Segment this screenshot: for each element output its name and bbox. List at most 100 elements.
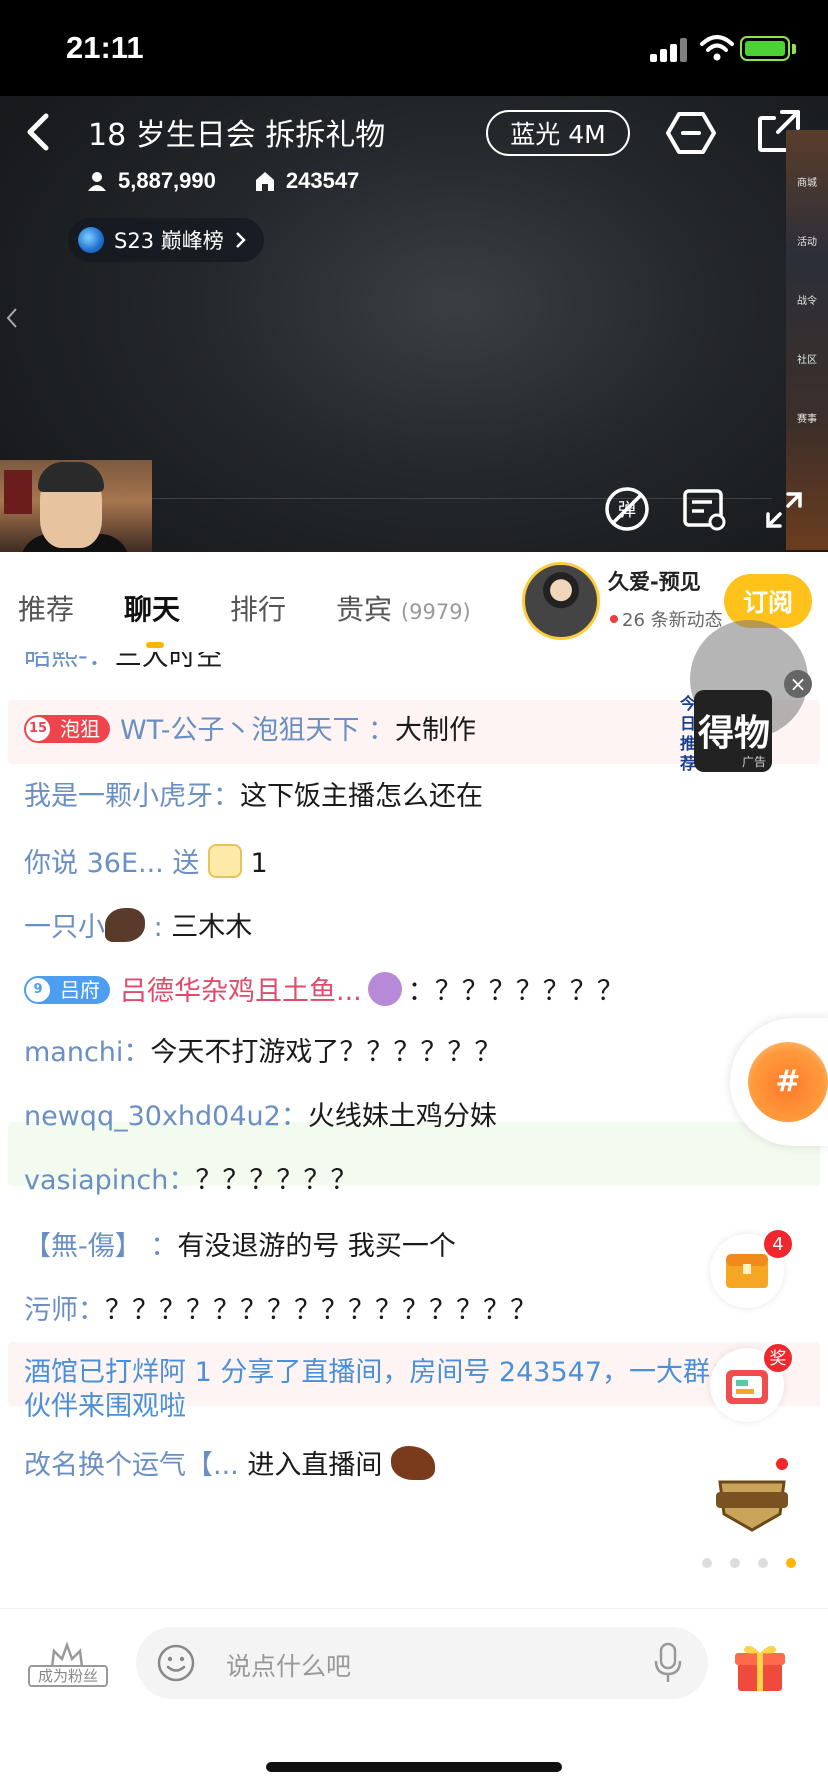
chat-text: 三大时空 (114, 652, 223, 672)
progress-line (152, 498, 772, 499)
page-dots (702, 1558, 796, 1568)
tab-vip-label: 贵宾 (336, 593, 393, 626)
trophy-shield-icon (716, 1480, 788, 1532)
boar-emoji-icon (105, 908, 145, 942)
tab-recommend[interactable]: 推荐 (18, 588, 74, 628)
side-rail-item[interactable]: 赛事 (786, 410, 828, 425)
chat-text: 这下饭主播怎么还在 (240, 781, 483, 812)
chat-text: 大制作 (395, 715, 477, 746)
chat-message: 你说 36E... 送 1 (24, 844, 268, 881)
chat-text: 今天不打游戏了？？？？？？ (150, 1037, 502, 1068)
streamer-camera (0, 460, 152, 552)
chevron-left-icon[interactable] (4, 306, 20, 330)
chat-message: 昭熙-：三大时空 (24, 652, 223, 674)
back-button[interactable] (16, 108, 64, 156)
chat-message: 污师：？？？？？？？？？？？？？？？？ (24, 1294, 537, 1328)
chat-text: 进入直播间 (247, 1450, 383, 1481)
live-video-player[interactable]: 21:11 18 岁生日会 拆拆礼物 蓝光 4M 5,887,990 24354… (0, 0, 828, 552)
rank-label: S23 巅峰榜 (114, 229, 224, 253)
viewer-count: 5,887,990 (118, 168, 216, 193)
chat-username[interactable]: 改名换个运气【... (24, 1450, 239, 1481)
chat-username[interactable]: 污师： (24, 1295, 105, 1326)
chat-message: 15 泡狙 WT-公子丶泡狙天下 ：大制作 (24, 714, 476, 748)
tab-vip[interactable]: 贵宾 (9979) (336, 588, 471, 628)
fullscreen-icon[interactable] (764, 490, 804, 530)
quality-button[interactable]: 蓝光 4M (486, 110, 630, 156)
fan-badge: 9 吕府 (24, 976, 110, 1004)
fan-badge-level: 15 (26, 717, 50, 741)
chat-list[interactable]: 昭熙-：三大时空 15 泡狙 WT-公子丶泡狙天下 ：大制作 我是一颗小虎牙：这下饭… (0, 652, 828, 1608)
room-title: 18 岁生日会 拆拆礼物 (88, 118, 386, 153)
peak-rank-button[interactable] (710, 1462, 788, 1536)
chat-username[interactable]: 我是一颗小虎牙： (24, 781, 240, 812)
tab-ranking[interactable]: 排行 (230, 588, 286, 628)
chat-text: 三木木 (171, 912, 253, 943)
wifi-icon (700, 35, 734, 61)
ad-tag: 广告 (741, 755, 766, 769)
battery-icon (740, 36, 790, 61)
danmu-settings-icon[interactable] (682, 486, 728, 532)
chat-input[interactable]: 说点什么吧 (136, 1627, 708, 1699)
side-rail-item[interactable]: 商城 (786, 174, 828, 189)
chat-message: 【無-傷】 ：有没退游的号 我买一个 (24, 1230, 456, 1264)
chat-username[interactable]: manchi： (24, 1037, 150, 1068)
horse-icon (390, 1446, 435, 1480)
battery-tip (792, 44, 796, 54)
house-icon (255, 172, 274, 191)
chat-username[interactable]: 你说 36E... (24, 848, 164, 879)
gift-icon (207, 844, 242, 878)
side-rail-item[interactable]: 活动 (786, 233, 828, 248)
chat-message: 我是一颗小虎牙：这下饭主播怎么还在 (24, 780, 483, 814)
chat-message: manchi：今天不打游戏了？？？？？？ (24, 1036, 501, 1070)
chat-text: ？？？？？？？？？？？？？？？？ (105, 1295, 537, 1326)
chat-text: 火线妹土鸡分妹 (307, 1101, 497, 1132)
side-rail-item[interactable]: 战令 (786, 292, 828, 307)
tab-indicator (146, 642, 164, 648)
input-bar: 成为粉丝 说点什么吧 (0, 1608, 828, 1718)
ad-box[interactable]: 得物 广告 (694, 690, 772, 772)
become-fan-label: 成为粉丝 (28, 1665, 108, 1687)
chat-username[interactable]: vasiapinch： (24, 1165, 195, 1196)
chat-message: newqq_30xhd04u2：火线妹土鸡分妹 (24, 1100, 497, 1134)
chat-username[interactable]: WT-公子丶泡狙天下 ： (120, 715, 395, 746)
chat-username[interactable]: 一只小 (24, 912, 105, 943)
fan-badge-label: 吕府 (60, 978, 100, 1002)
chat-username[interactable]: 【無-傷】 ： (24, 1231, 177, 1262)
ad-brand: 得物 (698, 713, 771, 754)
streamer-avatar[interactable] (522, 562, 600, 640)
fan-badge-label: 泡狙 (60, 717, 100, 741)
gift-icon[interactable] (732, 1639, 788, 1695)
close-ad-button[interactable]: × (784, 670, 812, 698)
chat-text: ？？？？？？ (195, 1165, 358, 1196)
notification-dot (776, 1458, 788, 1470)
rank-pill[interactable]: S23 巅峰榜 (68, 218, 264, 262)
chat-message: 9 吕府 吕德华杂鸡且土鱼... ：？？？？？？？ (24, 972, 624, 1009)
status-time: 21:11 (66, 30, 144, 65)
hexagon-menu-icon[interactable] (666, 110, 716, 156)
chat-message: 改名换个运气【... 进入直播间 (24, 1446, 435, 1483)
share-notice-line: 酒馆已打烊阿 1 分享了直播间，房间号 243547，一大群小 (24, 1357, 737, 1388)
chat-message: vasiapinch：？？？？？？ (24, 1164, 357, 1198)
chat-input-placeholder: 说点什么吧 (226, 1652, 352, 1681)
prize-badge: 奖 (762, 1342, 794, 1374)
globe-icon (78, 227, 104, 253)
tab-chat[interactable]: 聊天 (124, 588, 180, 628)
person-icon (88, 172, 106, 191)
gift-count: 1 (250, 848, 268, 879)
chat-text: ：？？？？？？？ (407, 976, 624, 1007)
chat-username[interactable]: 昭熙-： (24, 652, 115, 672)
chat-username[interactable]: newqq_30xhd04u2： (24, 1101, 308, 1132)
game-side-rail[interactable]: 商城 活动 战令 社区 赛事 (786, 130, 828, 550)
microphone-icon[interactable] (652, 1641, 684, 1685)
share-notice: 酒馆已打烊阿 1 分享了直播间，房间号 243547，一大群小 伙伴来围观啦 (24, 1356, 737, 1424)
chat-username[interactable]: 吕德华杂鸡且土鱼... (120, 976, 362, 1007)
danmu-off-icon[interactable]: 弹 (604, 486, 650, 532)
room-id: 243547 (285, 168, 360, 193)
side-rail-item[interactable]: 社区 (786, 351, 828, 366)
streamer-name: 久爱-预见 (608, 570, 701, 594)
live-dot (610, 615, 618, 623)
chevron-right-icon (235, 232, 246, 248)
emoji-icon[interactable] (156, 1643, 196, 1683)
chest-count-badge: 4 (762, 1228, 794, 1260)
become-fan-button[interactable]: 成为粉丝 (24, 1641, 110, 1691)
